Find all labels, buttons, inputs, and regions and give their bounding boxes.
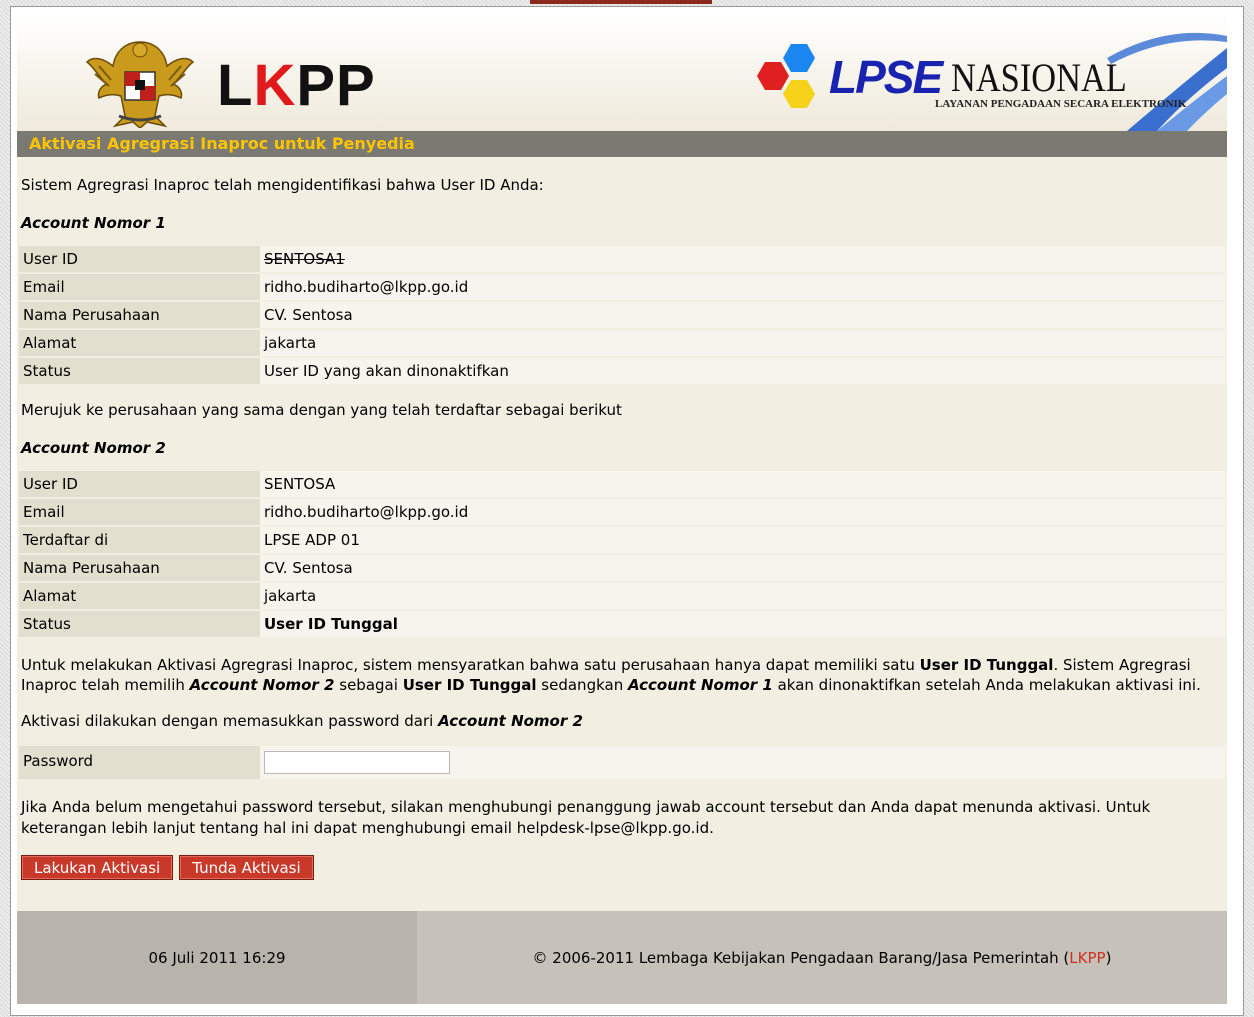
password-cell <box>260 746 1225 779</box>
account1-userid-label: User ID <box>19 246 260 272</box>
account2-registered-label: Terdaftar di <box>19 527 260 553</box>
account1-email-value: ridho.budiharto@lkpp.go.id <box>260 274 1225 300</box>
main-content: Sistem Agregrasi Inaproc telah mengident… <box>17 157 1227 880</box>
account2-email-value: ridho.budiharto@lkpp.go.id <box>260 499 1225 525</box>
account2-address-value: jakarta <box>260 583 1225 609</box>
activation-note-account: Account Nomor 2 <box>438 712 583 730</box>
activation-note: Aktivasi dilakukan dengan memasukkan pas… <box>19 695 1225 732</box>
account1-address-value: jakarta <box>260 330 1225 356</box>
account2-email-label: Email <box>19 499 260 525</box>
table-row: Status User ID Tunggal <box>19 611 1225 637</box>
lpse-nasional-logo: LPSE NASIONAL LAYANAN PENGADAAN SECARA E… <box>755 28 1227 131</box>
lkpp-logo-l: L <box>217 53 254 118</box>
intro-text: Sistem Agregrasi Inaproc telah mengident… <box>21 176 544 194</box>
footer-copyright: © 2006-2011 Lembaga Kebijakan Pengadaan … <box>417 911 1227 1004</box>
account1-status-value: User ID yang akan dinonaktifkan <box>260 358 1225 384</box>
button-row: Lakukan Aktivasi Tunda Aktivasi <box>19 855 1225 880</box>
lpse-subtitle: LAYANAN PENGADAAN SECARA ELEKTRONIK <box>935 98 1187 110</box>
password-input[interactable] <box>264 751 450 774</box>
account1-userid-value: SENTOSA1 <box>260 246 1225 272</box>
explain-part: Untuk melakukan Aktivasi Agregrasi Inapr… <box>21 656 920 674</box>
account2-company-value: CV. Sentosa <box>260 555 1225 581</box>
password-row: Password <box>19 746 1225 779</box>
page-container: LKPP LPSE NASIONAL LAYANAN PENGADAAN SEC… <box>17 14 1227 1004</box>
account2-company-label: Nama Perusahaan <box>19 555 260 581</box>
table-row: Terdaftar di LPSE ADP 01 <box>19 527 1225 553</box>
password-label: Password <box>19 746 260 779</box>
copyright-close: ) <box>1105 948 1112 967</box>
account2-table: User ID SENTOSA Email ridho.budiharto@lk… <box>19 469 1225 639</box>
nasional-logo-text: NASIONAL <box>951 55 1127 100</box>
top-tab-decoration <box>530 0 712 4</box>
lkpp-logo-k: K <box>253 53 297 118</box>
explanation-text: Untuk melakukan Aktivasi Agregrasi Inapr… <box>19 639 1225 695</box>
table-row: Status User ID yang akan dinonaktifkan <box>19 358 1225 384</box>
lpse-logo-text: LPSE <box>829 51 943 103</box>
account1-company-label: Nama Perusahaan <box>19 302 260 328</box>
table-row: User ID SENTOSA <box>19 471 1225 497</box>
account2-registered-value: LPSE ADP 01 <box>260 527 1225 553</box>
table-row: Nama Perusahaan CV. Sentosa <box>19 302 1225 328</box>
account2-heading: Account Nomor 2 <box>21 439 166 457</box>
account1-table: User ID SENTOSA1 Email ridho.budiharto@l… <box>19 244 1225 386</box>
explain-part: sebagai <box>334 676 403 694</box>
page-title: Aktivasi Agregrasi Inaproc untuk Penyedi… <box>17 131 1227 157</box>
table-row: Alamat jakarta <box>19 330 1225 356</box>
account1-status-label: Status <box>19 358 260 384</box>
account2-status-value: User ID Tunggal <box>260 611 1225 637</box>
table-row: Alamat jakarta <box>19 583 1225 609</box>
table-row: Nama Perusahaan CV. Sentosa <box>19 555 1225 581</box>
footer: 06 Juli 2011 16:29 © 2006-2011 Lembaga K… <box>17 911 1227 1004</box>
table-row: Email ridho.budiharto@lkpp.go.id <box>19 499 1225 525</box>
lkpp-link[interactable]: LKPP <box>1069 949 1105 967</box>
header-banner: LKPP LPSE NASIONAL LAYANAN PENGADAAN SEC… <box>17 14 1227 131</box>
lkpp-logo-pp: PP <box>296 53 376 118</box>
account2-userid-label: User ID <box>19 471 260 497</box>
garuda-emblem-icon <box>85 41 195 128</box>
account2-status-label: Status <box>19 611 260 637</box>
lkpp-logo: LKPP <box>217 52 376 119</box>
explain-part: akan dinonaktifkan setelah Anda melakuka… <box>772 676 1201 694</box>
activation-note-text: Aktivasi dilakukan dengan memasukkan pas… <box>21 712 439 730</box>
account2-userid-value: SENTOSA <box>260 471 1225 497</box>
table-row: User ID SENTOSA1 <box>19 246 1225 272</box>
activate-button[interactable]: Lakukan Aktivasi <box>21 855 174 880</box>
footer-datetime: 06 Juli 2011 16:29 <box>17 911 417 1004</box>
explain-part: sedangkan <box>536 676 628 694</box>
table-row: Email ridho.budiharto@lkpp.go.id <box>19 274 1225 300</box>
account1-company-value: CV. Sentosa <box>260 302 1225 328</box>
refer-text: Merujuk ke perusahaan yang sama dengan y… <box>21 401 622 419</box>
account2-address-label: Alamat <box>19 583 260 609</box>
account1-address-label: Alamat <box>19 330 260 356</box>
explain-account: Account Nomor 1 <box>627 676 773 694</box>
postpone-button[interactable]: Tunda Aktivasi <box>179 855 314 880</box>
explain-bold: User ID Tunggal <box>919 656 1054 674</box>
account1-email-label: Email <box>19 274 260 300</box>
copyright-text: © 2006-2011 Lembaga Kebijakan Pengadaan … <box>532 948 1070 967</box>
account1-heading: Account Nomor 1 <box>21 214 166 232</box>
help-text: Jika Anda belum mengetahui password ters… <box>21 798 1151 837</box>
explain-bold: User ID Tunggal <box>402 676 537 694</box>
lpse-hexagon-icon <box>757 44 815 108</box>
explain-account: Account Nomor 2 <box>189 676 335 694</box>
